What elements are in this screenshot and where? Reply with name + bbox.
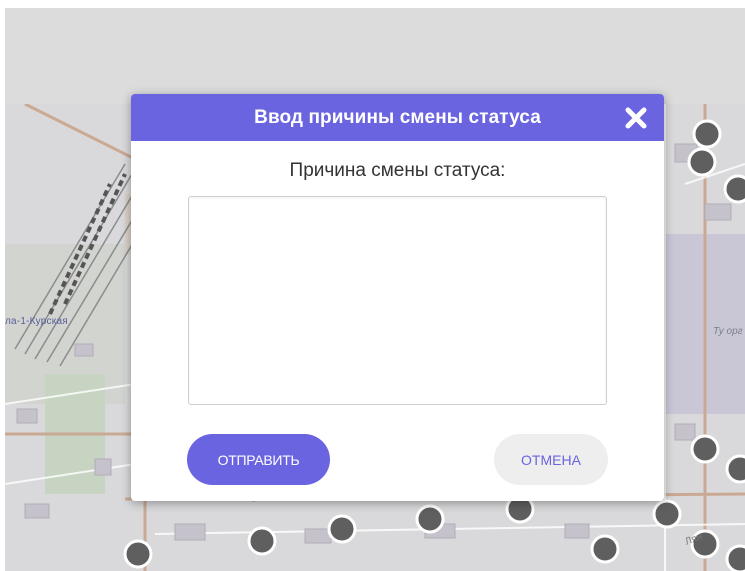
submit-button[interactable]: ОТПРАВИТЬ	[187, 434, 330, 485]
reason-label: Причина смены статуса:	[289, 160, 506, 181]
top-header-bar	[5, 8, 745, 104]
dialog-header: Ввод причины смены статуса	[131, 94, 664, 141]
cancel-button[interactable]: ОТМЕНА	[494, 434, 608, 485]
close-icon[interactable]	[624, 106, 648, 130]
status-change-dialog: Ввод причины смены статуса Причина смены…	[131, 94, 664, 501]
reason-textarea[interactable]	[188, 196, 607, 405]
map-label-station: ла-1-Курская	[5, 316, 68, 327]
map-label-right: Ту орг	[713, 326, 743, 337]
dialog-title: Ввод причины смены статуса	[254, 106, 541, 128]
